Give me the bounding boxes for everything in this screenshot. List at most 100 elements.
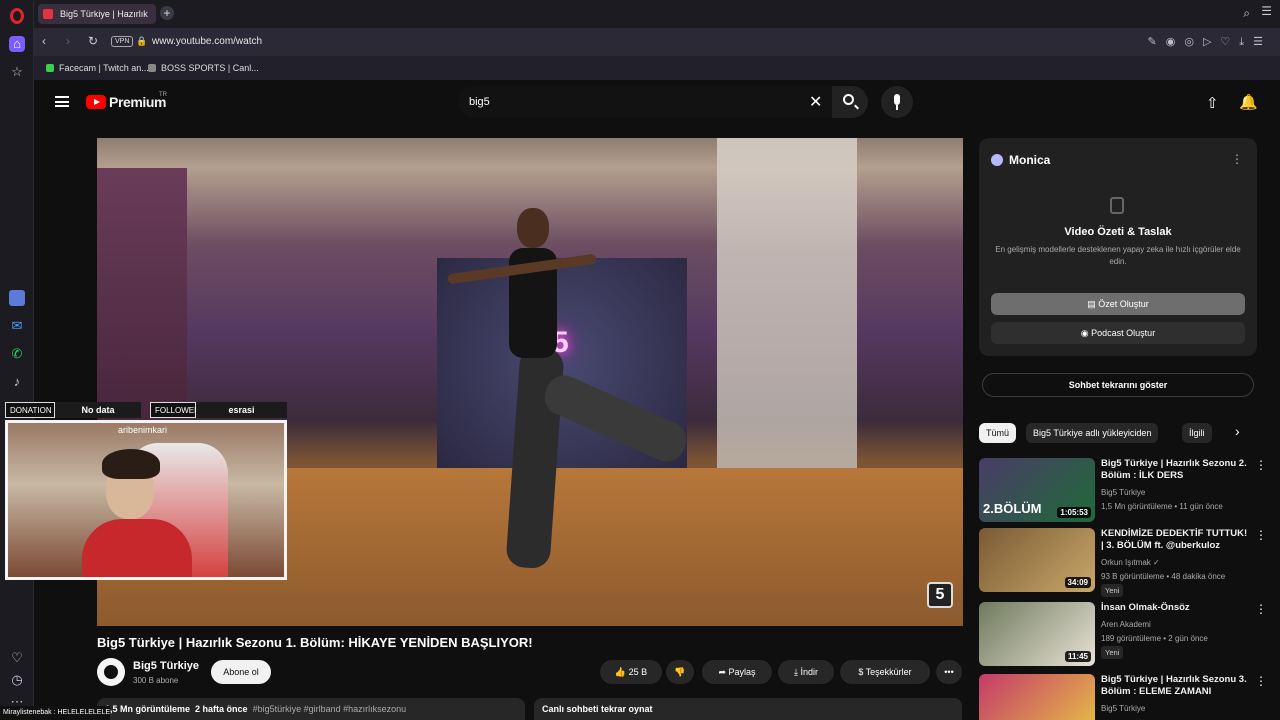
recommendation-channel[interactable]: Orkun Işıtmak ✓: [1101, 558, 1160, 567]
new-badge: Yeni: [1101, 584, 1124, 597]
thanks-button[interactable]: $ Teşekkürler: [840, 660, 930, 684]
more-vertical-icon[interactable]: ⋮: [1255, 602, 1267, 616]
bookmark-boss-sports[interactable]: BOSS SPORTS | Canl...: [148, 63, 259, 73]
duration: 1:05:53: [1057, 507, 1091, 518]
thumbs-down-icon: 👎: [674, 667, 686, 677]
star-icon[interactable]: ☆: [9, 64, 25, 80]
logo-region: TR: [159, 92, 167, 98]
hamburger-menu-icon[interactable]: [55, 96, 69, 107]
recommendation-stats: 189 görüntüleme • 2 gün önce: [1101, 634, 1208, 643]
new-tab-button[interactable]: +: [160, 6, 174, 20]
url-field[interactable]: www.youtube.com/watch: [152, 36, 262, 47]
streamer-body: [82, 519, 192, 577]
recommendation-channel[interactable]: Aren Akademi: [1101, 620, 1151, 629]
video-description-box[interactable]: 1,5 Mn görüntüleme 2 hafta önce #big5tür…: [97, 698, 525, 720]
heart-icon[interactable]: ♡: [9, 650, 25, 666]
tab-youtube[interactable]: Big5 Türkiye | Hazırlık: [38, 4, 156, 24]
aria-icon[interactable]: [9, 290, 25, 306]
chip-uploader[interactable]: Big5 Türkiye adlı yükleyiciden: [1026, 423, 1159, 443]
video-thumbnail[interactable]: [979, 674, 1095, 720]
donation-label: DONATION: [5, 402, 55, 418]
recommendation-title[interactable]: KENDİMİZE DEDEKTİF TUTTUK! | 3. BÖLÜM ft…: [1101, 528, 1251, 552]
video-title: Big5 Türkiye | Hazırlık Sezonu 1. Bölüm:…: [97, 635, 533, 650]
video-thumbnail[interactable]: 11:45: [979, 602, 1095, 666]
search-icon: [843, 94, 854, 105]
more-actions-button[interactable]: •••: [936, 660, 962, 684]
follower-label: FOLLOWER: [150, 402, 200, 418]
chip-all[interactable]: Tümü: [979, 423, 1017, 443]
recommendation-item[interactable]: 11:45 İnsan Olmak-Önsöz Aren Akademi 189…: [979, 602, 1269, 668]
dancer-figure: [447, 208, 693, 588]
channel-watermark[interactable]: 5: [927, 582, 953, 608]
youtube-logo-icon[interactable]: [86, 95, 106, 109]
video-thumbnail[interactable]: 2.BÖLÜM 1:05:53: [979, 458, 1095, 522]
messenger-icon[interactable]: ✉: [9, 318, 25, 334]
search-value[interactable]: big5: [469, 96, 490, 108]
bookmark-favicon-icon: [46, 64, 54, 72]
lock-icon: 🔒: [136, 36, 148, 46]
podcast-label: Podcast Oluştur: [1091, 328, 1156, 338]
address-actions-icons[interactable]: ✎◉◎▷♡⤓☰: [1148, 35, 1272, 49]
more-vertical-icon[interactable]: ⋮: [1231, 152, 1243, 166]
more-vertical-icon[interactable]: ⋮: [1255, 674, 1267, 688]
channel-avatar[interactable]: [97, 658, 125, 686]
voice-search-button[interactable]: [881, 86, 913, 118]
create-summary-button[interactable]: ▤ Özet Oluştur: [991, 293, 1245, 315]
podcast-icon: ◉: [1080, 328, 1092, 338]
tiktok-icon[interactable]: ♪: [9, 374, 25, 390]
recommendation-title[interactable]: Big5 Türkiye | Hazırlık Sezonu 2. Bölüm …: [1101, 458, 1251, 482]
opera-logo-icon[interactable]: [10, 8, 24, 24]
duration: 11:45: [1064, 651, 1091, 662]
show-chat-replay-button[interactable]: Sohbet tekrarını göster: [982, 373, 1254, 397]
recommendation-item[interactable]: 34:09 KENDİMİZE DEDEKTİF TUTTUK! | 3. BÖ…: [979, 528, 1269, 597]
recommendation-title[interactable]: İnsan Olmak-Önsöz: [1101, 602, 1251, 614]
recommendation-stats: 1,5 Mn görüntüleme • 11 gün önce: [1101, 502, 1223, 511]
live-chat-replay-bar[interactable]: Canlı sohbeti tekrar oynat: [534, 698, 962, 720]
vpn-badge[interactable]: VPN: [111, 36, 134, 47]
search-input[interactable]: [458, 86, 832, 118]
dislike-button[interactable]: 👎: [666, 660, 694, 684]
recommendation-item[interactable]: Big5 Türkiye | Hazırlık Sezonu 3. Bölüm …: [979, 674, 1269, 720]
recommendation-channel[interactable]: Big5 Türkiye: [1101, 704, 1145, 713]
upload-icon[interactable]: ⇧: [1206, 94, 1219, 112]
share-icon: ➦: [718, 667, 729, 677]
recommendation-stats: 93 B görüntüleme • 48 dakika önce: [1101, 572, 1226, 581]
video-thumbnail[interactable]: 34:09: [979, 528, 1095, 592]
like-button[interactable]: 👍 25 B: [600, 660, 662, 684]
recommendation-item[interactable]: 2.BÖLÜM 1:05:53 Big5 Türkiye | Hazırlık …: [979, 458, 1269, 524]
share-button[interactable]: ➦ Paylaş: [702, 660, 772, 684]
reload-icon[interactable]: ↻: [88, 34, 98, 48]
youtube-premium-logo[interactable]: Premium: [109, 94, 167, 110]
bookmark-facecam[interactable]: Facecam | Twitch an...: [46, 63, 149, 73]
thumbs-up-icon: 👍: [614, 667, 629, 677]
search-button[interactable]: [832, 86, 868, 118]
tab-search-icon[interactable]: ⌕: [1243, 6, 1250, 21]
subscribe-button[interactable]: Abone ol: [211, 660, 271, 684]
recommendation-channel[interactable]: Big5 Türkiye: [1101, 488, 1145, 497]
whatsapp-icon[interactable]: ✆: [9, 346, 25, 362]
channel-name[interactable]: Big5 Türkiye: [133, 660, 199, 672]
recommendation-title[interactable]: Big5 Türkiye | Hazırlık Sezonu 3. Bölüm …: [1101, 674, 1251, 698]
back-icon[interactable]: ‹: [42, 34, 46, 48]
chevron-right-icon[interactable]: ›: [1235, 423, 1240, 439]
download-button[interactable]: ⤓ İndir: [778, 660, 834, 684]
more-vertical-icon[interactable]: ⋮: [1255, 458, 1267, 472]
document-icon: [1110, 197, 1124, 214]
bookmark-favicon-icon: [148, 64, 156, 72]
hashtags[interactable]: #big5türkiye #girlband #hazırlıksezonu: [253, 704, 407, 714]
tab-title: Big5 Türkiye | Hazırlık: [60, 9, 148, 19]
notifications-bell-icon[interactable]: 🔔: [1239, 93, 1258, 111]
create-podcast-button[interactable]: ◉ Podcast Oluştur: [991, 322, 1245, 344]
video-wall-right: [717, 138, 857, 518]
home-icon[interactable]: ⌂: [9, 36, 25, 52]
chip-related[interactable]: İlgili: [1182, 423, 1212, 443]
forward-icon[interactable]: ›: [66, 34, 70, 48]
history-icon[interactable]: ◷: [9, 672, 25, 688]
menu-icon[interactable]: ☰: [1261, 4, 1272, 18]
clear-search-icon[interactable]: ✕: [809, 92, 822, 112]
more-vertical-icon[interactable]: ⋮: [1255, 528, 1267, 542]
donation-value: No data: [55, 402, 141, 418]
streamer-hair: [102, 449, 160, 479]
monica-logo-icon: [991, 154, 1003, 166]
monica-description: En gelişmiş modellerle desteklenen yapay…: [995, 245, 1241, 266]
